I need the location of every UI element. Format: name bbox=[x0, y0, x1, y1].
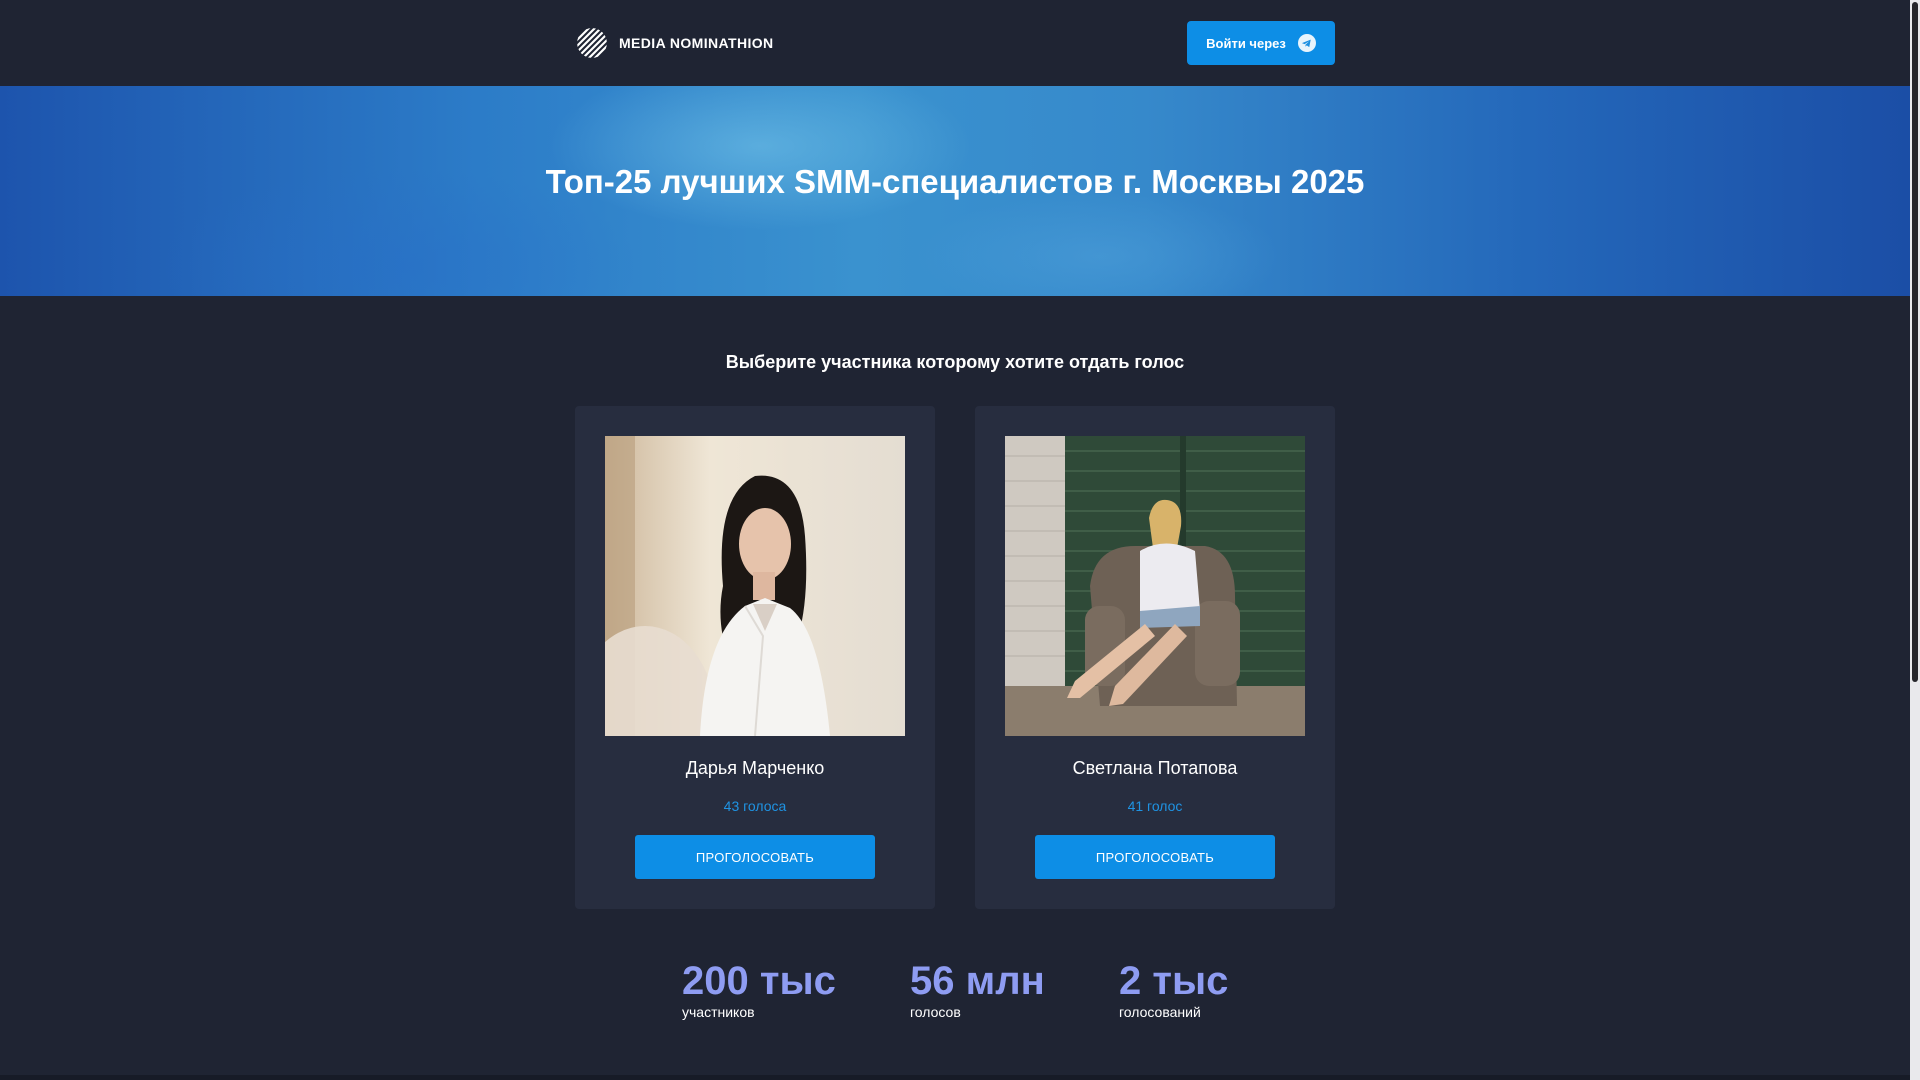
page-title: Топ-25 лучших SMM-специалистов г. Москвы… bbox=[545, 163, 1365, 200]
header: MEDIA NOMINATHION Войти через bbox=[0, 0, 1910, 86]
footer-edge bbox=[0, 1075, 1910, 1080]
scrollbar-thumb[interactable] bbox=[1912, 2, 1918, 682]
candidate-votes: 43 голоса bbox=[723, 798, 787, 814]
candidate-card: Дарья Марченко 43 голоса ПРОГОЛОСОВАТЬ bbox=[575, 406, 935, 909]
section-subtitle: Выберите участника которому хотите отдат… bbox=[725, 352, 1185, 372]
candidate-votes: 41 голос bbox=[1127, 798, 1183, 814]
scrollbar[interactable] bbox=[1910, 0, 1920, 1080]
stat-label: участников bbox=[682, 1004, 755, 1020]
hero-banner: Топ-25 лучших SMM-специалистов г. Москвы… bbox=[0, 86, 1910, 296]
logo-text: MEDIA NOMINATHION bbox=[619, 35, 774, 51]
vote-button[interactable]: ПРОГОЛОСОВАТЬ bbox=[1035, 835, 1275, 879]
candidate-photo bbox=[1005, 436, 1305, 736]
stat-votes: 56 млн голосов bbox=[910, 958, 1045, 1020]
telegram-login-button[interactable]: Войти через bbox=[1187, 21, 1335, 65]
candidate-photo bbox=[605, 436, 905, 736]
telegram-icon bbox=[1297, 34, 1316, 52]
stat-label: голосов bbox=[910, 1004, 961, 1020]
stat-label: голосований bbox=[1119, 1004, 1201, 1020]
striped-circle-logo-icon bbox=[577, 28, 607, 58]
stat-value: 56 млн bbox=[910, 959, 1045, 1003]
page: MEDIA NOMINATHION Войти через Топ-25 луч… bbox=[0, 0, 1910, 1080]
stat-participants: 200 тыс участников bbox=[682, 958, 836, 1020]
candidate-name: Светлана Потапова bbox=[1072, 758, 1238, 778]
candidate-name: Дарья Марченко bbox=[685, 758, 825, 778]
login-label: Войти через bbox=[1206, 35, 1286, 51]
logo[interactable]: MEDIA NOMINATHION bbox=[577, 28, 774, 58]
stat-value: 2 тыс bbox=[1119, 959, 1229, 1003]
stat-value: 200 тыс bbox=[682, 959, 836, 1003]
vote-button[interactable]: ПРОГОЛОСОВАТЬ bbox=[635, 835, 875, 879]
stat-polls: 2 тыс голосований bbox=[1119, 958, 1228, 1020]
candidate-card: Светлана Потапова 41 голос ПРОГОЛОСОВАТЬ bbox=[975, 406, 1335, 909]
